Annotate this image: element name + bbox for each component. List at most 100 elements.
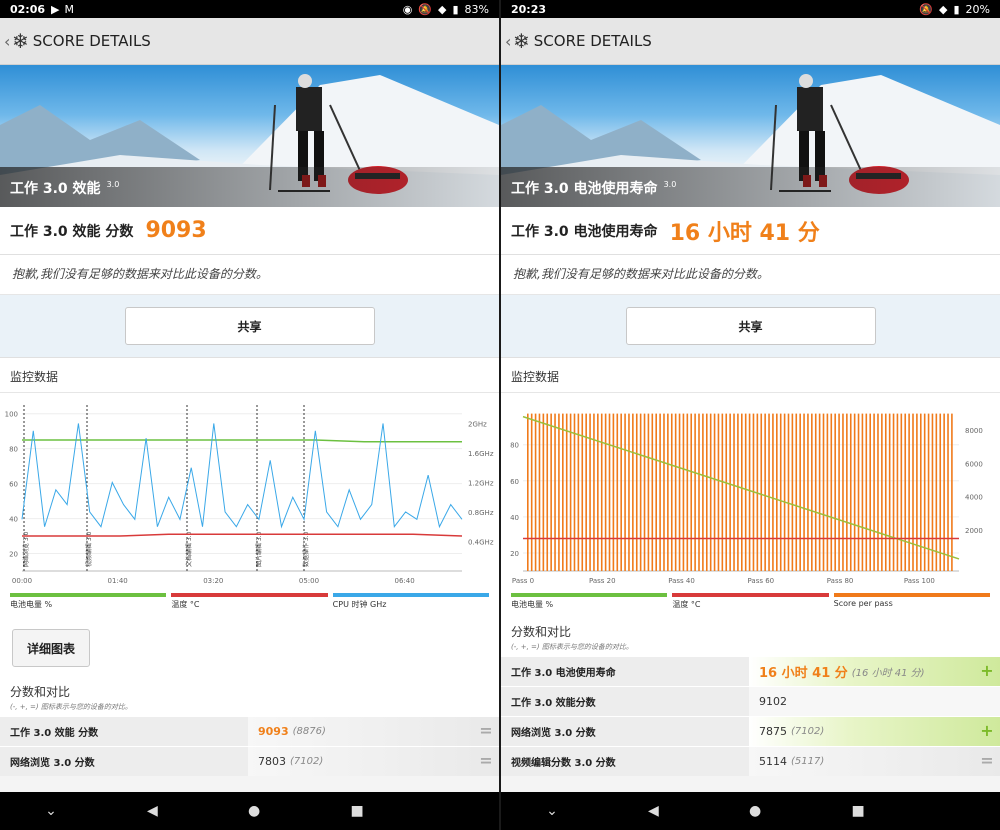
chart-legend: 电池电量 % 温度 °C CPU 时钟 GHz (0, 593, 499, 617)
back-triangle-icon[interactable]: ◀ (147, 803, 158, 819)
home-circle-icon[interactable]: ● (248, 803, 260, 819)
score-bar (581, 413, 584, 571)
score-bar (550, 413, 552, 571)
score-row[interactable]: 工作 3.0 电池使用寿命 16 小时 41 分 (16 小时 41 分) + (501, 656, 1000, 686)
score-bar (589, 413, 591, 571)
score-bar (748, 413, 751, 571)
score-bar (678, 413, 681, 571)
recents-square-icon[interactable]: ■ (350, 803, 363, 819)
score-row[interactable]: 视频编辑分数 3.0 分数 5114 (5117) = (501, 746, 1000, 776)
nav-bar: ⌄ ◀ ● ■ (0, 792, 499, 830)
monitor-title: 监控数据 (0, 357, 499, 393)
score-bar (709, 413, 712, 571)
share-button[interactable]: 共享 (124, 307, 375, 345)
monitor-chart[interactable]: 20 40 60 80 2000 4000 6000 8000 Pass 0 Pass 20 Pas… (501, 393, 1000, 593)
youtube-icon: ▶ (51, 2, 60, 16)
chevron-down-icon[interactable]: ⌄ (45, 803, 57, 819)
score-row[interactable]: 工作 3.0 效能分数 9102 (501, 686, 1000, 716)
legend-battery: 电池电量 % (10, 593, 167, 617)
score-bar (842, 413, 844, 571)
chevron-down-icon[interactable]: ⌄ (546, 803, 558, 819)
score-label: 工作 3.0 效能 分数 (10, 223, 134, 240)
wifi-icon: ◆ (438, 2, 447, 16)
score-bar (892, 413, 895, 571)
equal-icon[interactable]: = (479, 723, 493, 739)
score-bar (643, 413, 646, 571)
legend-temperature: 温度 °C (171, 593, 328, 617)
y-tick-label: 40 (9, 516, 18, 524)
score-bar (694, 413, 696, 571)
score-bar (818, 413, 821, 571)
hero-caption: 工作 3.0 电池使用寿命 3.0 (501, 167, 1000, 207)
plus-icon[interactable]: + (980, 723, 994, 739)
mute-icon: 🔕 (418, 2, 433, 16)
score-bar (573, 413, 576, 571)
score-bar (542, 413, 545, 571)
score-label: 工作 3.0 电池使用寿命 (511, 223, 658, 240)
score-bar (558, 413, 560, 571)
score-bar (931, 413, 934, 571)
plus-icon[interactable]: + (980, 663, 994, 679)
y-tick-label: 60 (510, 478, 519, 486)
score-bar (717, 413, 720, 571)
x-tick-label: Pass 40 (668, 577, 695, 585)
y2-tick-label: 2000 (965, 527, 983, 535)
back-icon[interactable]: ‹ (4, 32, 12, 51)
back-icon[interactable]: ‹ (505, 32, 513, 51)
score-bar (908, 413, 910, 571)
score-bar (733, 413, 735, 571)
score-bar (884, 413, 887, 571)
hero-caption: 工作 3.0 效能 3.0 (0, 167, 499, 207)
y2-tick-label: 0.8GHz (468, 509, 494, 517)
score-bar (702, 413, 704, 571)
score-bar (830, 413, 833, 571)
y2-tick-label: 6000 (965, 460, 983, 468)
y-tick-label: 60 (9, 481, 18, 489)
status-bar: 20:23 🔕 ◆ ▮ 20% (501, 0, 1000, 18)
score-bar (639, 413, 642, 571)
score-bar (659, 413, 661, 571)
no-data-message: 抱歉,我们没有足够的数据来对比此设备的分数。 (0, 255, 499, 295)
monitor-chart[interactable]: 20 40 60 80 100 0.4GHz 0.8GHz 1.2GHz 1.6GHz 2GHz 0… (0, 393, 499, 593)
score-bar (635, 413, 638, 571)
x-tick-label: Pass 60 (748, 577, 775, 585)
score-bar (865, 413, 868, 571)
share-button[interactable]: 共享 (625, 307, 876, 345)
score-bar (554, 413, 556, 571)
score-bar (538, 413, 541, 571)
score-row[interactable]: 网络浏览 3.0 分数 7875 (7102) + (501, 716, 1000, 746)
score-bar (686, 413, 689, 571)
score-bar (764, 413, 766, 571)
score-line: 工作 3.0 电池使用寿命 16 小时 41 分 (501, 207, 1000, 255)
y2-tick-label: 1.2GHz (468, 479, 494, 487)
score-bar (593, 413, 595, 571)
detail-chart-button[interactable]: 详细图表 (12, 629, 90, 667)
equal-icon[interactable]: = (980, 753, 994, 769)
x-tick-label: Pass 80 (827, 577, 854, 585)
score-bar (600, 413, 603, 571)
y-tick-label: 20 (510, 550, 519, 558)
score-bar (527, 413, 529, 571)
score-bar (546, 413, 549, 571)
y-tick-label: 20 (9, 551, 18, 559)
score-row[interactable]: 网络浏览 3.0 分数 7803 (7102) = (0, 746, 499, 776)
score-bar (737, 413, 739, 571)
score-bar (655, 413, 657, 571)
score-bar (667, 413, 669, 571)
score-bar (795, 413, 798, 571)
compare-subtitle: (-, +, =) 图标表示与您的设备的对比。 (511, 643, 633, 651)
score-bar (604, 413, 607, 571)
score-bar (772, 413, 774, 571)
equal-icon[interactable]: = (479, 753, 493, 769)
home-circle-icon[interactable]: ● (749, 803, 761, 819)
compare-title: 分数和对比 (10, 685, 71, 699)
score-bar (651, 413, 654, 571)
score-line: 工作 3.0 效能 分数 9093 (0, 207, 499, 255)
score-row[interactable]: 工作 3.0 效能 分数 9093 (8876) = (0, 716, 499, 746)
y2-tick-label: 1.6GHz (468, 450, 494, 458)
x-tick-label: 01:40 (108, 577, 128, 585)
back-triangle-icon[interactable]: ◀ (648, 803, 659, 819)
score-bar (803, 413, 805, 571)
recents-square-icon[interactable]: ■ (851, 803, 864, 819)
y-tick-label: 40 (510, 514, 519, 522)
